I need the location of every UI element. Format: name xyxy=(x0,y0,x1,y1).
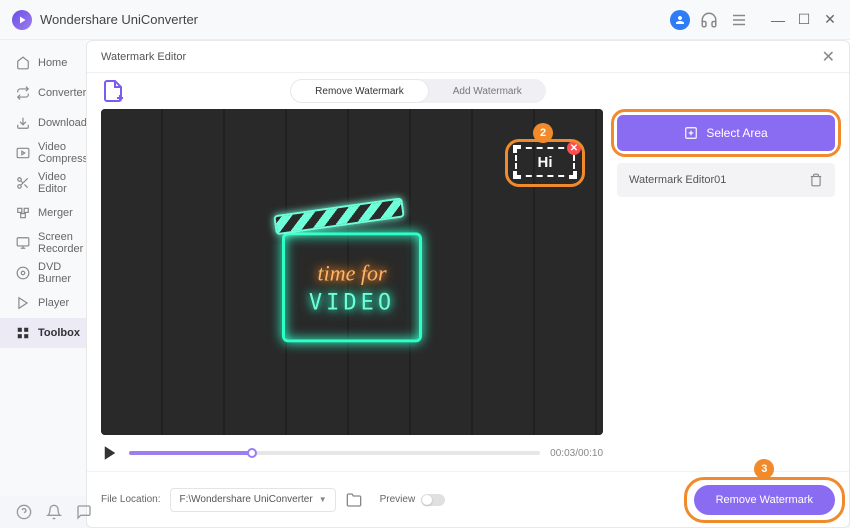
file-location-label: File Location: xyxy=(101,494,160,505)
sidebar: Home Converter Downloader Video Compress… xyxy=(0,40,86,496)
remove-watermark-label: Remove Watermark xyxy=(716,494,813,506)
watermark-item-label: Watermark Editor01 xyxy=(629,174,726,186)
sidebar-label: Toolbox xyxy=(38,327,80,339)
sidebar-item-converter[interactable]: Converter xyxy=(0,78,86,108)
select-area-label: Select Area xyxy=(706,126,767,140)
file-location-dropdown[interactable]: F:\Wondershare UniConverter ▼ xyxy=(170,488,335,512)
modal-title: Watermark Editor xyxy=(101,51,186,63)
window-close[interactable]: ✕ xyxy=(822,12,838,28)
modal-close-button[interactable]: ✕ xyxy=(822,47,835,67)
sidebar-item-player[interactable]: Player xyxy=(0,288,86,318)
tab-add-watermark[interactable]: Add Watermark xyxy=(429,79,546,103)
file-location-value: F:\Wondershare UniConverter xyxy=(179,494,312,505)
chevron-down-icon: ▼ xyxy=(319,495,327,504)
tab-remove-watermark[interactable]: Remove Watermark xyxy=(290,79,429,103)
menu-icon[interactable] xyxy=(730,11,748,29)
preview-label: Preview xyxy=(380,494,416,505)
sidebar-item-recorder[interactable]: Screen Recorder xyxy=(0,228,86,258)
timeline-slider[interactable] xyxy=(129,451,540,455)
tab-segment: Remove Watermark Add Watermark xyxy=(290,79,546,103)
sidebar-item-toolbox[interactable]: Toolbox xyxy=(0,318,86,348)
sidebar-item-editor[interactable]: Video Editor xyxy=(0,168,86,198)
delete-watermark-icon[interactable]: ✕ xyxy=(567,141,581,155)
sidebar-item-merger[interactable]: Merger xyxy=(0,198,86,228)
select-area-icon xyxy=(684,126,698,140)
preview-toggle[interactable] xyxy=(421,494,445,506)
sidebar-label: DVD Burner xyxy=(38,261,86,285)
play-button[interactable] xyxy=(101,444,119,462)
open-folder-icon[interactable] xyxy=(346,492,362,508)
sidebar-label: Converter xyxy=(38,87,86,99)
add-media-icon[interactable] xyxy=(101,79,125,103)
sidebar-item-compressor[interactable]: Video Compressor xyxy=(0,138,86,168)
sidebar-label: Home xyxy=(38,57,67,69)
trash-icon[interactable] xyxy=(809,173,823,187)
watermark-text: Hi xyxy=(538,154,553,171)
timeline-thumb[interactable] xyxy=(247,448,257,458)
content-area: editing ps or CD. Watermark Editor ✕ Rem… xyxy=(86,40,850,496)
bottom-bar xyxy=(0,496,108,528)
sidebar-label: Player xyxy=(38,297,69,309)
select-area-button[interactable]: Select Area xyxy=(617,115,835,151)
watermark-selection-box[interactable]: Hi ✕ xyxy=(515,147,575,177)
sidebar-label: Merger xyxy=(38,207,73,219)
sidebar-item-dvd[interactable]: DVD Burner xyxy=(0,258,86,288)
app-logo xyxy=(12,10,32,30)
feedback-icon[interactable] xyxy=(76,504,92,520)
modal-footer: File Location: F:\Wondershare UniConvert… xyxy=(87,471,849,527)
app-title: Wondershare UniConverter xyxy=(40,12,198,27)
remove-watermark-button[interactable]: Remove Watermark xyxy=(694,485,835,515)
help-icon[interactable] xyxy=(16,504,32,520)
right-panel: 1 Select Area Watermark Editor01 xyxy=(617,109,835,471)
video-preview[interactable]: time for VIDEO Hi ✕ 2 xyxy=(101,109,603,435)
titlebar: Wondershare UniConverter — ☐ ✕ xyxy=(0,0,850,40)
sidebar-label: Video Editor xyxy=(38,171,86,195)
watermark-list-item[interactable]: Watermark Editor01 xyxy=(617,163,835,197)
bell-icon[interactable] xyxy=(46,504,62,520)
neon-sign: time for VIDEO xyxy=(282,214,422,342)
sidebar-item-home[interactable]: Home xyxy=(0,48,86,78)
sidebar-item-downloader[interactable]: Downloader xyxy=(0,108,86,138)
window-minimize[interactable]: — xyxy=(770,12,786,28)
callout-1-badge: 1 xyxy=(716,109,736,111)
watermark-editor-modal: Watermark Editor ✕ Remove Watermark Add … xyxy=(86,40,850,528)
sidebar-label: Screen Recorder xyxy=(38,231,86,255)
window-maximize[interactable]: ☐ xyxy=(796,12,812,28)
player-bar: 00:03/00:10 xyxy=(101,435,603,471)
user-avatar[interactable] xyxy=(670,10,690,30)
headset-icon[interactable] xyxy=(700,11,718,29)
timecode: 00:03/00:10 xyxy=(550,448,603,459)
